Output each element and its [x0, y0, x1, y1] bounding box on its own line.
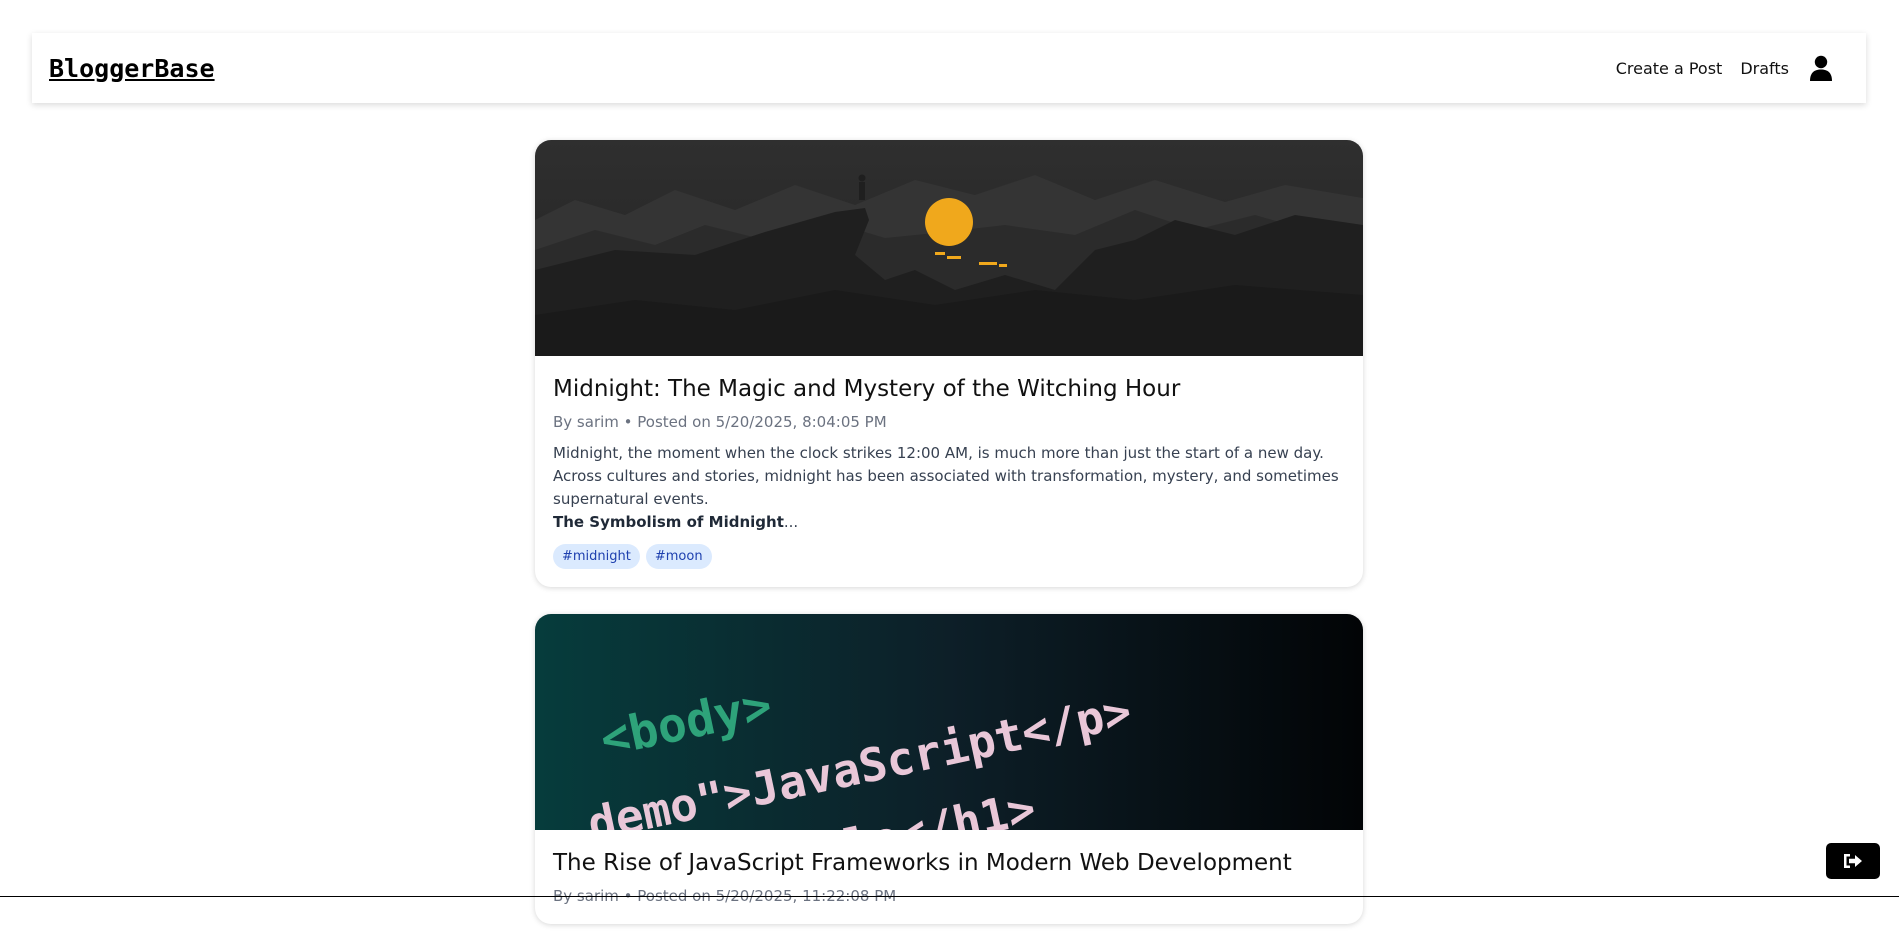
- post-title[interactable]: The Rise of JavaScript Frameworks in Mod…: [553, 848, 1345, 878]
- post-card-body: Midnight: The Magic and Mystery of the W…: [535, 356, 1363, 587]
- post-excerpt-text: Midnight, the moment when the clock stri…: [553, 444, 1339, 508]
- logout-icon: [1844, 854, 1862, 868]
- post-feed: Midnight: The Magic and Mystery of the W…: [535, 140, 1363, 951]
- post-cover-image[interactable]: [535, 140, 1363, 356]
- top-navbar: BloggerBase Create a Post Drafts: [32, 33, 1866, 103]
- brand-logo-link[interactable]: BloggerBase: [49, 54, 215, 83]
- post-meta: By sarim • Posted on 5/20/2025, 8:04:05 …: [553, 413, 887, 431]
- post-excerpt-heading: The Symbolism of Midnight: [553, 513, 784, 531]
- create-post-link[interactable]: Create a Post: [1616, 59, 1723, 78]
- post-cover-image[interactable]: <body> demo">JavaScript</p> h1>Hello</h1…: [535, 614, 1363, 830]
- post-tags: #midnight #moon: [553, 544, 1345, 569]
- nav-links: Create a Post Drafts: [1598, 55, 1833, 81]
- post-card[interactable]: <body> demo">JavaScript</p> h1>Hello</h1…: [535, 614, 1363, 924]
- user-icon[interactable]: [1809, 55, 1833, 81]
- post-excerpt-ellipsis: ...: [783, 513, 799, 531]
- post-title[interactable]: Midnight: The Magic and Mystery of the W…: [553, 374, 1345, 404]
- drafts-link[interactable]: Drafts: [1740, 59, 1789, 78]
- post-excerpt: Midnight, the moment when the clock stri…: [553, 442, 1345, 534]
- logout-button[interactable]: [1826, 843, 1880, 879]
- post-card[interactable]: Midnight: The Magic and Mystery of the W…: [535, 140, 1363, 587]
- tag-chip[interactable]: #moon: [645, 544, 712, 569]
- post-card-body: The Rise of JavaScript Frameworks in Mod…: [535, 830, 1363, 924]
- tag-chip[interactable]: #midnight: [553, 544, 640, 569]
